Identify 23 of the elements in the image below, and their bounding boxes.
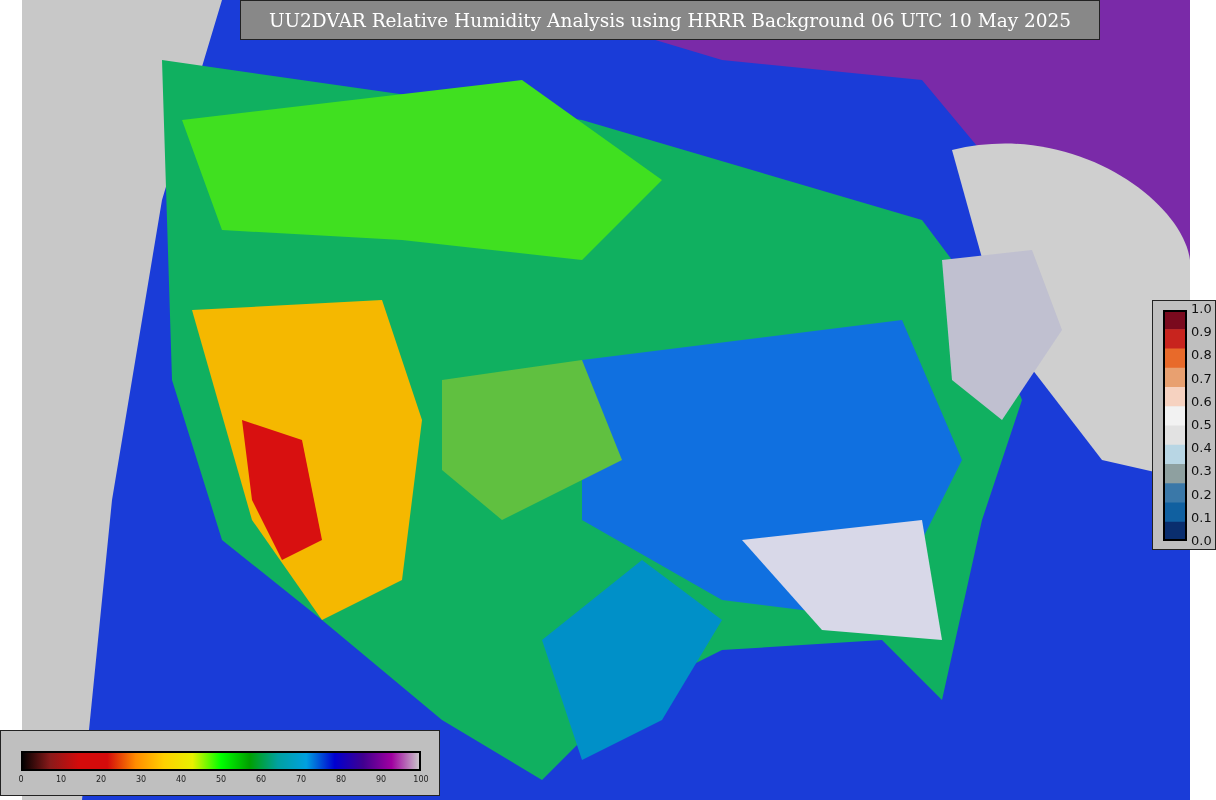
tick-label: 80 — [334, 775, 348, 784]
tick-label: 0.2 — [1191, 486, 1212, 503]
tick-label: 0.8 — [1191, 347, 1212, 364]
tick-label: 0.1 — [1191, 509, 1212, 526]
tick-label: 50 — [214, 775, 228, 784]
tick-label: 0.9 — [1191, 324, 1212, 341]
tick-label: 0.6 — [1191, 393, 1212, 410]
tick-label: 20 — [94, 775, 108, 784]
tick-label: 0.3 — [1191, 463, 1212, 480]
tick-label: 0.5 — [1191, 416, 1212, 433]
tick-label: 90 — [374, 775, 388, 784]
tick-label: 0.7 — [1191, 370, 1212, 387]
tick-label: 0.4 — [1191, 440, 1212, 457]
tick-label: 100 — [412, 775, 430, 784]
tick-label: 70 — [294, 775, 308, 784]
tick-label: 40 — [174, 775, 188, 784]
tick-label: 60 — [254, 775, 268, 784]
map-title: UU2DVAR Relative Humidity Analysis using HRRR Background 06 UTC 10 May 2025 — [240, 0, 1100, 40]
tick-label: 0 — [17, 775, 25, 784]
tick-label: 0.0 — [1191, 532, 1212, 549]
tick-label: 1.0 — [1191, 301, 1212, 317]
tick-label: 30 — [134, 775, 148, 784]
tick-label: 10 — [54, 775, 68, 784]
